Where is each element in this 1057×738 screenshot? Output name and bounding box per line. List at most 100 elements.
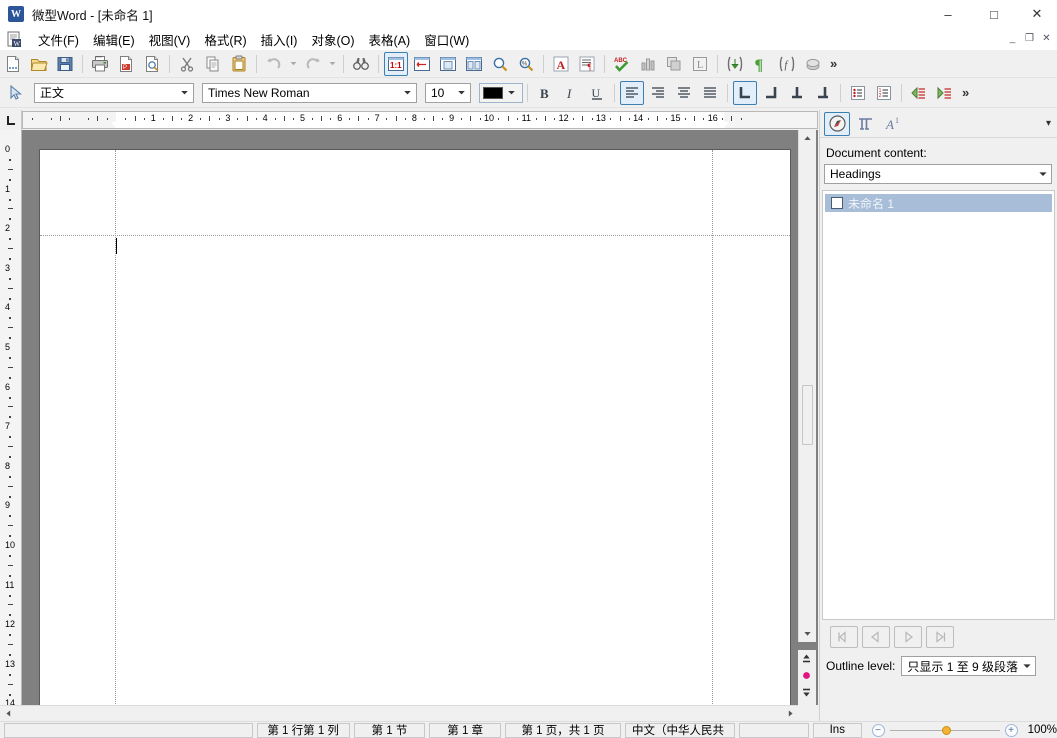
- scroll-down-button[interactable]: [799, 625, 816, 642]
- nav-first-button[interactable]: [830, 626, 858, 648]
- vertical-ruler[interactable]: 0 1 2 3 4 5 6 7 8 9 10 11 12 13 14: [0, 130, 21, 736]
- anchor-top-left-icon[interactable]: [733, 80, 757, 105]
- chevron-down-icon[interactable]: [1034, 165, 1051, 183]
- bullet-list-icon[interactable]: [846, 81, 870, 105]
- status-page[interactable]: 第 1 页，共 1 页: [505, 722, 621, 738]
- align-justify-icon[interactable]: [698, 81, 722, 105]
- formatting-marks-pilcrow-icon[interactable]: ¶: [749, 52, 773, 76]
- zoom-out-icon[interactable]: −: [871, 723, 885, 737]
- zoom-100-icon[interactable]: 1:1: [384, 51, 408, 76]
- tab-left-icon[interactable]: [0, 110, 22, 130]
- font-color-combo[interactable]: [479, 82, 523, 103]
- navigator-compass-icon[interactable]: [824, 111, 850, 136]
- anchor-bottom-right-icon[interactable]: [759, 81, 783, 105]
- status-section[interactable]: 第 1 节: [353, 722, 426, 738]
- menu-table[interactable]: 表格(A): [362, 28, 418, 51]
- zoom-thumb[interactable]: [941, 725, 951, 735]
- menu-file[interactable]: 文件(F): [31, 28, 86, 51]
- underline-icon[interactable]: U: [585, 81, 609, 105]
- menu-object[interactable]: 对象(O): [304, 28, 361, 51]
- right-indent-marker[interactable]: [718, 122, 729, 128]
- increase-indent-icon[interactable]: [933, 81, 957, 105]
- zoom-percent[interactable]: 100%: [1028, 724, 1057, 736]
- nav-next-button[interactable]: [894, 626, 922, 648]
- vertical-scroll-thumb[interactable]: [802, 385, 813, 445]
- align-center-icon[interactable]: [672, 81, 696, 105]
- bold-icon[interactable]: B: [533, 81, 557, 105]
- outline-level-combo[interactable]: 只显示 1 至 9 级段落: [901, 656, 1037, 676]
- page-1[interactable]: [40, 150, 790, 705]
- print-icon[interactable]: [88, 52, 112, 76]
- zoom-track[interactable]: [889, 725, 1000, 735]
- multi-page-icon[interactable]: [462, 52, 486, 76]
- redo-dropdown-icon[interactable]: [327, 52, 338, 76]
- sidebar-more-icon[interactable]: ▾: [1046, 118, 1051, 129]
- chevron-down-icon[interactable]: [1018, 657, 1035, 675]
- frame-icon[interactable]: [662, 52, 686, 76]
- export-pdf-icon[interactable]: P: [114, 52, 138, 76]
- chevron-down-icon[interactable]: [503, 84, 520, 102]
- menu-view[interactable]: 视图(V): [142, 28, 198, 51]
- zoom-percent-icon[interactable]: %: [514, 52, 538, 76]
- scroll-right-button[interactable]: [782, 706, 798, 721]
- function-icon[interactable]: f: [775, 52, 799, 76]
- document-content-list[interactable]: 未命名 1: [822, 190, 1055, 620]
- nav-prev-button[interactable]: [862, 626, 890, 648]
- paragraph-style-combo[interactable]: 正文: [34, 82, 194, 103]
- insert-field-icon[interactable]: [723, 52, 747, 76]
- align-right-icon[interactable]: [646, 81, 670, 105]
- nav-last-button[interactable]: [926, 626, 954, 648]
- vertical-scrollbar[interactable]: [798, 130, 816, 642]
- font-size-combo[interactable]: 10: [425, 82, 471, 103]
- undo-dropdown-icon[interactable]: [288, 52, 299, 76]
- page-styles-icon[interactable]: [852, 112, 878, 136]
- align-left-icon[interactable]: [620, 80, 644, 105]
- format-toolbar-overflow[interactable]: »: [958, 85, 973, 100]
- zoom-in-icon[interactable]: +: [1004, 723, 1018, 737]
- mdi-close-button[interactable]: ✕: [1038, 30, 1055, 47]
- font-name-combo[interactable]: Times New Roman: [202, 82, 417, 103]
- page-width-icon[interactable]: [410, 52, 434, 76]
- cut-scissors-icon[interactable]: [175, 52, 199, 76]
- decrease-indent-icon[interactable]: [907, 81, 931, 105]
- item-checkbox[interactable]: [831, 197, 843, 209]
- horizontal-scrollbar[interactable]: [0, 705, 798, 721]
- label-l-icon[interactable]: L: [688, 52, 712, 76]
- save-icon[interactable]: [53, 52, 77, 76]
- scroll-left-button[interactable]: [0, 706, 16, 721]
- menu-format[interactable]: 格式(R): [197, 28, 253, 51]
- numbered-list-icon[interactable]: 1 2: [872, 81, 896, 105]
- chart-icon[interactable]: [636, 52, 660, 76]
- previous-page-button[interactable]: [798, 650, 815, 667]
- open-folder-icon[interactable]: [27, 52, 51, 76]
- spellcheck-abc-icon[interactable]: ABC: [610, 52, 634, 76]
- zoom-slider[interactable]: − +: [871, 723, 1018, 737]
- new-document-icon[interactable]: [1, 52, 25, 76]
- character-styles-icon[interactable]: A 1: [880, 112, 906, 136]
- zoom-in-icon[interactable]: [488, 52, 512, 76]
- chevron-down-icon[interactable]: [399, 84, 416, 102]
- anchor-bottom-left-icon[interactable]: [811, 81, 835, 105]
- print-preview-icon[interactable]: [140, 52, 164, 76]
- redo-icon[interactable]: [301, 52, 325, 76]
- status-language[interactable]: 中文（中华人民共: [624, 722, 736, 738]
- paste-clipboard-icon[interactable]: [227, 52, 251, 76]
- status-line-col[interactable]: 第 1 行第 1 列: [256, 722, 350, 738]
- content-filter-combo[interactable]: Headings: [824, 164, 1052, 184]
- paragraph-format-icon[interactable]: ¶: [575, 52, 599, 76]
- maximize-button[interactable]: □: [971, 0, 1017, 28]
- copy-icon[interactable]: [201, 52, 225, 76]
- next-page-button[interactable]: [798, 684, 815, 701]
- menu-edit[interactable]: 编辑(E): [86, 28, 142, 51]
- text-style-a-icon[interactable]: A: [549, 52, 573, 76]
- chevron-down-icon[interactable]: [453, 84, 470, 102]
- single-page-icon[interactable]: [436, 52, 460, 76]
- minimize-button[interactable]: –: [925, 0, 971, 28]
- standard-toolbar-overflow[interactable]: »: [826, 56, 841, 71]
- anchor-bottom-center-icon[interactable]: [785, 81, 809, 105]
- mdi-minimize-button[interactable]: _: [1004, 30, 1021, 47]
- horizontal-ruler[interactable]: 1 2 3 4 5 6 7 8 9 10 11 12 13 14 15 16: [22, 111, 818, 129]
- list-item[interactable]: 未命名 1: [825, 194, 1052, 212]
- close-button[interactable]: ✕: [1017, 0, 1057, 28]
- menu-window[interactable]: 窗口(W): [417, 28, 476, 51]
